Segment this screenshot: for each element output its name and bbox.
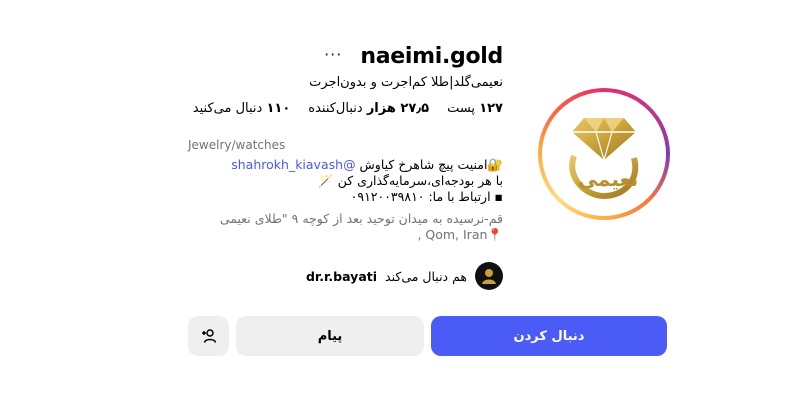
avatar-logo: نعیمی	[546, 96, 662, 212]
profile-address[interactable]: قم-نرسیده به میدان توحید بعد از کوچه ۹ "…	[173, 211, 503, 243]
followed-by-prefix: هم دنبال می‌کند	[385, 268, 467, 284]
address-line-1: قم-نرسیده به میدان توحید بعد از کوچه ۹ "…	[219, 211, 503, 226]
posts-count: ۱۲۷	[479, 101, 503, 116]
follower-avatar	[475, 262, 503, 290]
following-label: دنبال می‌کنید	[192, 101, 263, 116]
bio-line-1: 🔐امنیت پیچ شاهرخ کیاوش @shahrokh_kiavash	[183, 157, 503, 173]
avatar-frame: نعیمی	[542, 92, 666, 216]
username-row: ··· naeimi.gold	[324, 44, 503, 69]
followed-by-row[interactable]: هم دنبال می‌کند dr.r.bayati	[306, 262, 503, 290]
followers-stat[interactable]: ۲۷٫۵ هزار دنبال‌کننده	[308, 101, 429, 116]
gold-diamond-ring-logo: نعیمی	[569, 118, 639, 200]
profile-avatar[interactable]: نعیمی	[538, 88, 670, 220]
bio-line-3: ▪︎ ارتباط با ما: ۰۹۱۲۰۰۳۹۸۱۰	[350, 189, 503, 204]
bio-line-1-text: 🔐امنیت پیچ شاهرخ کیاوش	[355, 157, 503, 172]
followers-label: دنبال‌کننده	[308, 101, 363, 116]
follower-avatar-icon	[482, 269, 496, 284]
profile-category: Jewelry/watches	[188, 138, 286, 152]
add-person-icon	[201, 329, 216, 343]
profile-full-name: نعیمی‌گلد|طلا کم‌اجرت و بدون‌اجرت	[309, 75, 503, 90]
suggested-accounts-button[interactable]	[188, 316, 229, 356]
bio-line-2: با هر بودجه‌ای،سرمایه‌گذاری کن 🪄	[318, 173, 503, 188]
posts-stat[interactable]: ۱۲۷ پست	[447, 101, 503, 116]
bio-mention-link[interactable]: @shahrokh_kiavash	[231, 157, 355, 172]
followers-count: ۲۷٫۵ هزار	[366, 101, 430, 116]
following-count: ۱۱۰	[266, 101, 291, 116]
follow-button[interactable]: دنبال کردن	[431, 316, 667, 356]
profile-bio: 🔐امنیت پیچ شاهرخ کیاوش @shahrokh_kiavash…	[183, 157, 503, 205]
profile-username: naeimi.gold	[360, 44, 503, 69]
posts-label: پست	[447, 101, 476, 116]
following-stat[interactable]: ۱۱۰ دنبال می‌کنید	[193, 101, 290, 116]
address-line-2: 📍Qom, Iran ,	[417, 227, 503, 242]
followed-by-username[interactable]: dr.r.bayati	[306, 269, 377, 284]
svg-text:نعیمی: نعیمی	[578, 167, 639, 191]
profile-stats: ۱۲۷ پست ۲۷٫۵ هزار دنبال‌کننده ۱۱۰ دنبال …	[193, 101, 503, 116]
message-button[interactable]: پیام	[236, 316, 424, 356]
more-options-button[interactable]: ···	[324, 46, 342, 63]
